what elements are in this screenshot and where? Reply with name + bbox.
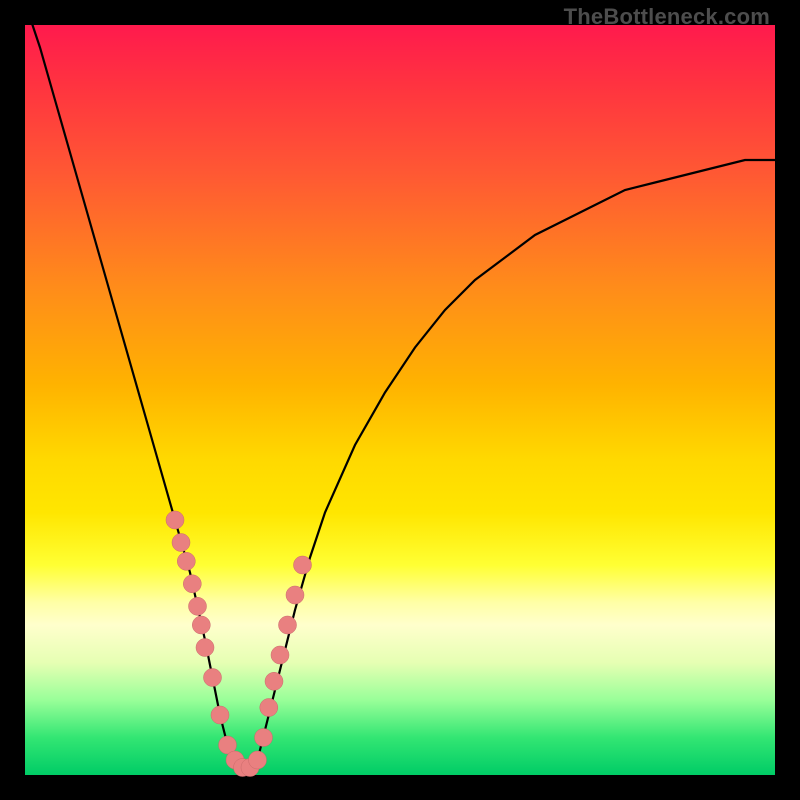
marker-dot — [260, 699, 278, 717]
chart-frame — [25, 25, 775, 775]
marker-dot — [172, 534, 190, 552]
marker-dot — [192, 616, 210, 634]
highlight-markers — [166, 511, 312, 777]
marker-dot — [279, 616, 297, 634]
watermark-text: TheBottleneck.com — [564, 4, 770, 30]
marker-dot — [271, 646, 289, 664]
marker-dot — [294, 556, 312, 574]
marker-dot — [249, 751, 267, 769]
marker-dot — [255, 729, 273, 747]
marker-dot — [204, 669, 222, 687]
marker-dot — [177, 552, 195, 570]
chart-svg — [25, 25, 775, 775]
marker-dot — [265, 672, 283, 690]
marker-dot — [286, 586, 304, 604]
marker-dot — [189, 597, 207, 615]
marker-dot — [196, 639, 214, 657]
marker-dot — [211, 706, 229, 724]
marker-dot — [166, 511, 184, 529]
marker-dot — [183, 575, 201, 593]
bottleneck-curve — [25, 3, 775, 768]
